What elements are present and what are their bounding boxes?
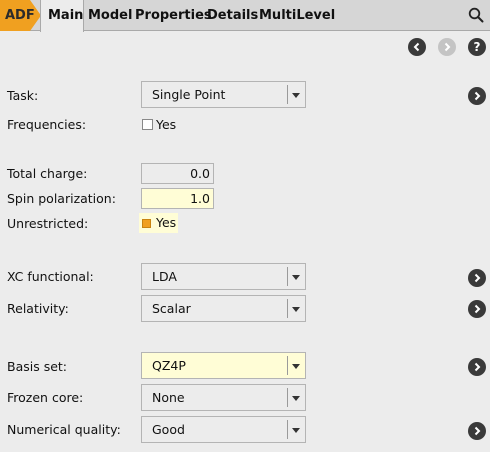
- frozen-core-label: Frozen core:: [7, 390, 84, 405]
- tab-properties[interactable]: Properties: [135, 8, 212, 23]
- basis-set-value: QZ4P: [152, 358, 186, 373]
- combo-separator: [287, 388, 288, 407]
- chevron-right-icon: [474, 273, 481, 283]
- frozen-core-select[interactable]: None: [141, 384, 306, 411]
- adf-label: ADF: [5, 8, 35, 23]
- combo-separator: [287, 420, 288, 439]
- tab-multilevel[interactable]: MultiLevel: [259, 8, 335, 23]
- chevron-down-icon: [292, 93, 300, 98]
- frequencies-label: Frequencies:: [7, 117, 87, 132]
- top-tab-bar: ADF Main Model Properties Details MultiL…: [0, 0, 490, 32]
- relativity-value: Scalar: [152, 301, 191, 316]
- frequencies-checkbox-label: Yes: [156, 117, 177, 132]
- chevron-down-icon: [292, 275, 300, 280]
- combo-separator: [287, 299, 288, 318]
- relativity-label: Relativity:: [7, 301, 69, 316]
- chevron-down-icon: [292, 364, 300, 369]
- numerical-quality-details-button[interactable]: [468, 422, 486, 440]
- chevron-right-icon: [444, 42, 451, 52]
- basis-set-select[interactable]: QZ4P: [141, 352, 306, 379]
- frozen-core-value: None: [152, 390, 185, 405]
- total-charge-label: Total charge:: [7, 166, 88, 181]
- frequencies-checkbox[interactable]: [142, 119, 153, 130]
- chevron-down-icon: [292, 307, 300, 312]
- task-value: Single Point: [152, 87, 226, 102]
- task-label: Task:: [7, 88, 39, 103]
- total-charge-input[interactable]: 0.0: [141, 163, 214, 184]
- spin-polarization-label: Spin polarization:: [7, 191, 116, 206]
- unrestricted-checkbox-label: Yes: [156, 215, 177, 230]
- relativity-select[interactable]: Scalar: [141, 295, 306, 322]
- tab-model[interactable]: Model: [88, 8, 132, 23]
- xc-functional-select[interactable]: LDA: [141, 263, 306, 290]
- unrestricted-label: Unrestricted:: [7, 216, 89, 231]
- help-icon: ?: [473, 40, 481, 54]
- chevron-down-icon: [292, 396, 300, 401]
- help-button[interactable]: ?: [468, 38, 486, 56]
- numerical-quality-label: Numerical quality:: [7, 422, 121, 437]
- adf-tab[interactable]: ADF: [0, 0, 42, 31]
- chevron-right-icon: [474, 304, 481, 314]
- combo-separator: [287, 267, 288, 286]
- search-icon[interactable]: [468, 7, 484, 23]
- relativity-details-button[interactable]: [468, 300, 486, 318]
- basis-set-details-button[interactable]: [468, 358, 486, 376]
- xc-functional-label: XC functional:: [7, 269, 94, 284]
- tab-main-label: Main: [48, 8, 84, 23]
- chevron-right-icon: [474, 426, 481, 436]
- basis-set-label: Basis set:: [7, 359, 68, 374]
- task-select[interactable]: Single Point: [141, 81, 306, 108]
- task-details-button[interactable]: [468, 87, 486, 105]
- combo-separator: [287, 85, 288, 104]
- xc-functional-value: LDA: [152, 269, 177, 284]
- unrestricted-checkbox[interactable]: Yes: [139, 213, 178, 233]
- back-button[interactable]: [408, 38, 426, 56]
- tab-details[interactable]: Details: [207, 8, 258, 23]
- spin-polarization-input[interactable]: 1.0: [141, 188, 214, 209]
- forward-button[interactable]: [438, 38, 456, 56]
- numerical-quality-select[interactable]: Good: [141, 416, 306, 443]
- chevron-left-icon: [413, 42, 420, 52]
- combo-separator: [287, 356, 288, 375]
- xc-functional-details-button[interactable]: [468, 269, 486, 287]
- chevron-right-icon: [474, 91, 481, 101]
- numerical-quality-value: Good: [152, 422, 185, 437]
- checked-box: [142, 219, 151, 228]
- chevron-down-icon: [292, 428, 300, 433]
- chevron-right-icon: [474, 362, 481, 372]
- tab-main[interactable]: Main: [40, 0, 84, 32]
